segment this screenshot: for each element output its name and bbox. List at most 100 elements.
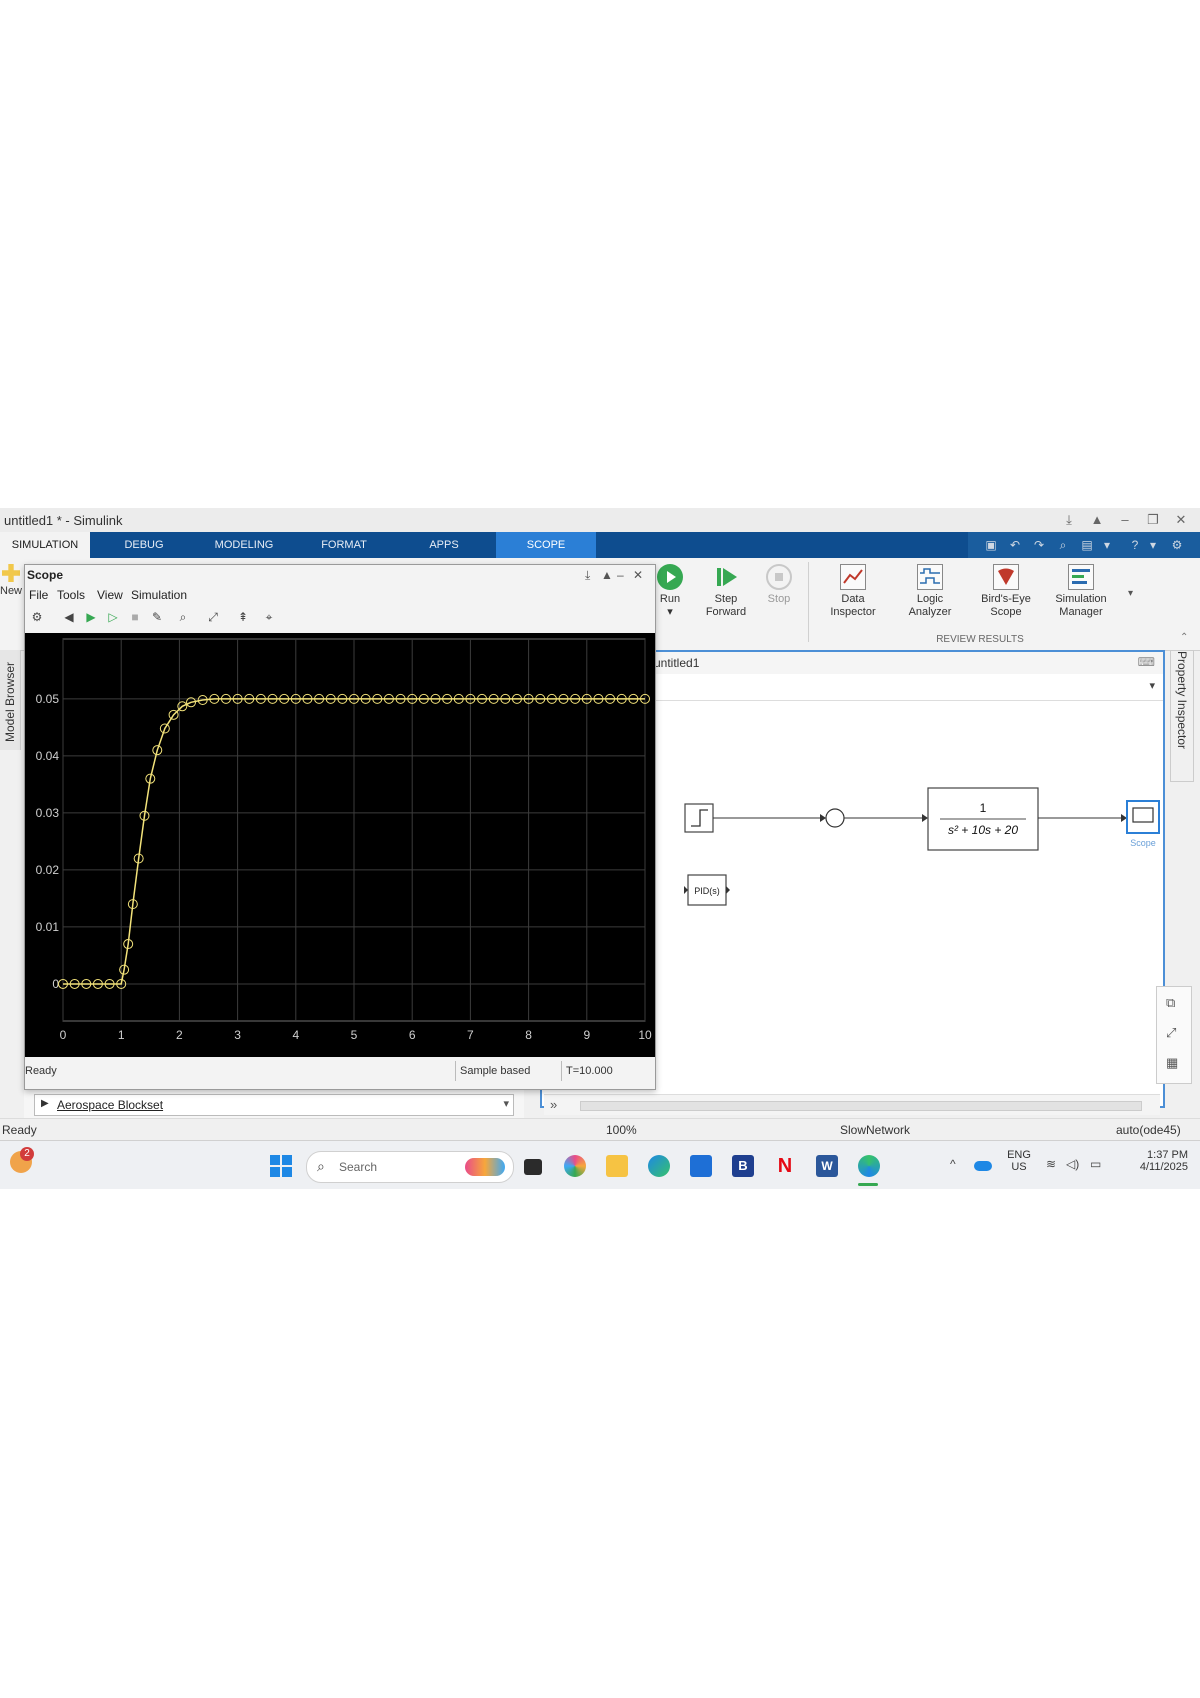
menu-file[interactable]: File	[29, 588, 48, 602]
close-button[interactable]: ✕	[633, 568, 643, 582]
tab-apps[interactable]: APPS	[396, 532, 492, 558]
volume-icon[interactable]: ◁)	[1066, 1157, 1079, 1171]
undock-icon[interactable]: ▲	[601, 568, 613, 582]
menu-tools[interactable]: Tools	[57, 588, 85, 602]
chevron-down-icon[interactable]: ▾	[1098, 536, 1116, 554]
table-icon[interactable]: ▦	[1166, 1055, 1178, 1071]
tab-modeling[interactable]: MODELING	[196, 532, 292, 558]
search-highlight-icon	[465, 1158, 505, 1176]
model-browser-tab[interactable]: Model Browser	[0, 650, 21, 750]
birds-eye-scope-button[interactable]: Bird's-Eye Scope	[970, 564, 1042, 619]
new-button[interactable]: New	[0, 564, 22, 598]
onedrive-icon[interactable]	[974, 1161, 992, 1171]
minimize-button[interactable]: –	[1114, 511, 1136, 529]
help-icon[interactable]: ?	[1126, 536, 1144, 554]
file-explorer-icon[interactable]	[606, 1155, 628, 1177]
save-icon[interactable]: ▣	[982, 536, 1000, 554]
edge-browser-icon[interactable]	[648, 1155, 670, 1177]
horizontal-scrollbar[interactable]	[580, 1101, 1142, 1111]
chevron-down-icon[interactable]: ▾	[650, 606, 690, 619]
scope-block[interactable]	[1126, 800, 1160, 834]
region-code: US	[1011, 1161, 1027, 1173]
sum-block[interactable]	[825, 808, 845, 828]
battery-icon[interactable]: ▭	[1090, 1157, 1101, 1171]
chevron-down-icon[interactable]: ▾	[503, 1097, 509, 1110]
data-inspector-button[interactable]: Data Inspector	[818, 564, 888, 619]
stop-button[interactable]: Stop	[760, 564, 798, 606]
canvas-scroll-row: »	[544, 1094, 1160, 1115]
highlight-icon[interactable]: ✎	[149, 609, 165, 625]
zoom-in-icon[interactable]: ⌕	[175, 609, 191, 625]
step-block[interactable]	[684, 803, 714, 833]
collapse-ribbon-icon[interactable]: ▲	[1086, 511, 1108, 529]
netflix-icon[interactable]: N	[774, 1155, 796, 1177]
menu-simulation[interactable]: Simulation	[131, 588, 187, 602]
tab-debug[interactable]: DEBUG	[96, 532, 192, 558]
settings-icon[interactable]: ⚙	[1168, 536, 1186, 554]
minimize-button[interactable]: –	[617, 568, 624, 582]
arrowhead-icon	[726, 886, 730, 894]
language-indicator[interactable]: ENG US	[1004, 1149, 1034, 1173]
measurement-icon[interactable]: ⌖	[261, 609, 277, 625]
chevron-down-icon[interactable]: ▾	[1144, 536, 1162, 554]
run-icon[interactable]: ▶	[83, 609, 99, 625]
solver-name[interactable]: auto(ode45)	[1116, 1123, 1181, 1137]
restore-button[interactable]: ❐	[1142, 511, 1164, 529]
settings-icon[interactable]: ⚙	[29, 609, 45, 625]
copilot-icon[interactable]	[564, 1155, 586, 1177]
b-app-icon[interactable]: B	[732, 1155, 754, 1177]
y-tick-label: 0.02	[36, 863, 60, 877]
stop-label: Stop	[767, 593, 791, 605]
pid-controller-block[interactable]: PID(s)	[684, 874, 730, 906]
step-back-icon[interactable]: ◀	[61, 609, 77, 625]
keyboard-icon[interactable]: ⌨	[1138, 655, 1155, 669]
chevron-down-icon[interactable]: ▾	[1128, 588, 1133, 599]
fit-to-view-icon[interactable]: ⤢	[205, 609, 221, 625]
chevron-down-icon[interactable]: ▾	[1149, 679, 1155, 692]
property-inspector-tab[interactable]: Property Inspector	[1170, 650, 1194, 782]
edge-active-icon[interactable]	[858, 1155, 880, 1177]
sample-mode-text: Sample based	[460, 1065, 531, 1077]
scope-plot-area[interactable]: 0 1 2 3 4 5 6 7 8 9 10 0 0.01 0.02 0.03 0.04 0.05	[25, 633, 655, 1057]
taskbar-search-box[interactable]: ⌕ Search	[306, 1151, 514, 1183]
library-item-aerospace[interactable]: Aerospace Blockset	[57, 1098, 163, 1112]
pin-icon[interactable]: ⤓	[585, 568, 590, 583]
x-tick-label: 4	[292, 1028, 299, 1042]
tab-scope[interactable]: SCOPE	[496, 532, 596, 558]
stop-icon[interactable]: ■	[127, 609, 143, 625]
task-view-icon[interactable]	[524, 1159, 542, 1175]
store-icon[interactable]	[690, 1155, 712, 1177]
zoom-level[interactable]: 100%	[606, 1123, 637, 1137]
library-list[interactable]: ▶ Aerospace Blockset ▾	[34, 1094, 514, 1116]
clock[interactable]: 1:37 PM 4/11/2025	[1116, 1149, 1188, 1173]
simulation-manager-button[interactable]: Simulation Manager	[1045, 564, 1117, 619]
run-button[interactable]: Run ▾	[650, 564, 690, 619]
pin-icon[interactable]: ⤓	[1058, 511, 1080, 529]
expand-panel-icon[interactable]: »	[550, 1097, 557, 1112]
close-button[interactable]: ✕	[1170, 511, 1192, 529]
tab-simulation[interactable]: SIMULATION	[0, 532, 90, 558]
collapse-icon[interactable]: ⌃	[1180, 632, 1188, 643]
menu-view[interactable]: View	[97, 588, 123, 602]
tab-format[interactable]: FORMAT	[296, 532, 392, 558]
ribbon-tab-strip: SIMULATION DEBUG MODELING FORMAT APPS SC…	[0, 532, 1200, 558]
redo-icon[interactable]: ↷	[1030, 536, 1048, 554]
expand-arrow-icon[interactable]: ▶	[41, 1098, 49, 1109]
model-tab-label[interactable]: untitled1	[654, 656, 699, 670]
undo-icon[interactable]: ↶	[1006, 536, 1024, 554]
chevron-up-icon[interactable]: ^	[950, 1157, 956, 1171]
windows-start-icon[interactable]	[270, 1155, 292, 1177]
step-forward-button[interactable]: Step Forward	[700, 564, 752, 619]
network-mode: SlowNetwork	[840, 1123, 911, 1137]
word-icon[interactable]: W	[816, 1155, 838, 1177]
logic-analyzer-button[interactable]: Logic Analyzer	[895, 564, 965, 619]
wifi-icon[interactable]: ≋	[1046, 1157, 1056, 1171]
simulation-manager-label-1: Simulation	[1055, 593, 1107, 605]
search-icon[interactable]: ⌕	[1054, 536, 1072, 554]
triggers-icon[interactable]: ⇞	[235, 609, 251, 625]
copy-icon[interactable]: ⧉	[1166, 995, 1175, 1011]
x-tick-label: 2	[176, 1028, 183, 1042]
arrange-icon[interactable]: ⤢	[1166, 1025, 1176, 1041]
step-forward-icon[interactable]: ▷	[105, 609, 121, 625]
layout-icon[interactable]: ▤	[1078, 536, 1096, 554]
